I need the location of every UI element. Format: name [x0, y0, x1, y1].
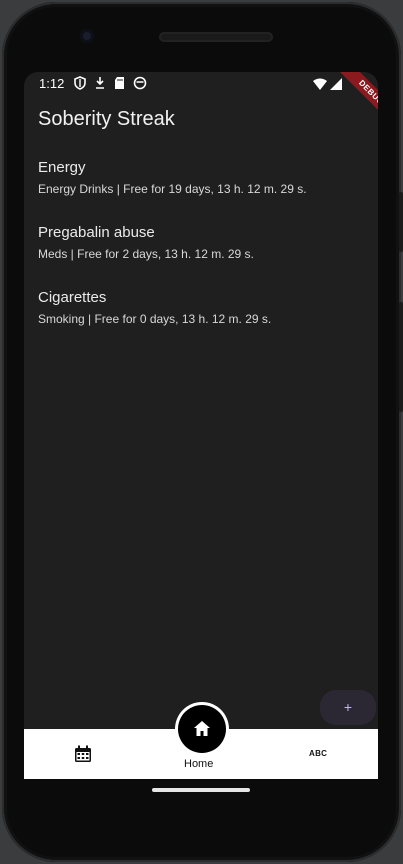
status-system-icons	[313, 78, 342, 90]
abc-icon[interactable]: ABC	[309, 749, 327, 758]
page-title: Soberity Streak	[38, 108, 175, 130]
status-bar: 1:12	[24, 72, 378, 96]
phone-frame: 1:12 DEBUG Soberity Streak Energy Energy…	[2, 2, 403, 862]
sd-card-icon	[115, 77, 124, 89]
gesture-home-indicator[interactable]	[152, 788, 250, 792]
nav-home-button[interactable]	[178, 705, 226, 753]
app-screen: 1:12 DEBUG Soberity Streak Energy Energy…	[24, 72, 378, 779]
status-notification-icons	[73, 76, 147, 90]
streak-title: Pregabalin abuse	[38, 224, 155, 241]
robot-icon	[133, 76, 147, 90]
home-icon	[194, 721, 210, 736]
download-icon	[96, 77, 104, 89]
front-camera	[80, 29, 94, 43]
streak-subtitle: Energy Drinks | Free for 19 days, 13 h. …	[38, 182, 307, 196]
calendar-icon[interactable]	[74, 745, 92, 763]
volume-button	[399, 192, 403, 252]
status-time: 1:12	[39, 76, 65, 91]
add-streak-button[interactable]: +	[320, 690, 376, 725]
power-button	[399, 302, 403, 412]
streak-subtitle: Meds | Free for 2 days, 13 h. 12 m. 29 s…	[38, 247, 254, 261]
streak-title: Cigarettes	[38, 289, 107, 306]
shield-icon	[74, 76, 86, 90]
nav-home-label[interactable]: Home	[184, 758, 213, 770]
streak-item-pregabalin[interactable]: Pregabalin abuse Meds | Free for 2 days,…	[38, 224, 254, 261]
streak-item-energy[interactable]: Energy Energy Drinks | Free for 19 days,…	[38, 159, 307, 196]
wifi-icon	[313, 78, 327, 90]
earpiece-speaker	[159, 32, 273, 42]
signal-icon	[330, 78, 342, 90]
streak-item-cigarettes[interactable]: Cigarettes Smoking | Free for 0 days, 13…	[38, 289, 271, 326]
streak-subtitle: Smoking | Free for 0 days, 13 h. 12 m. 2…	[38, 312, 272, 326]
streak-title: Energy	[38, 159, 86, 176]
